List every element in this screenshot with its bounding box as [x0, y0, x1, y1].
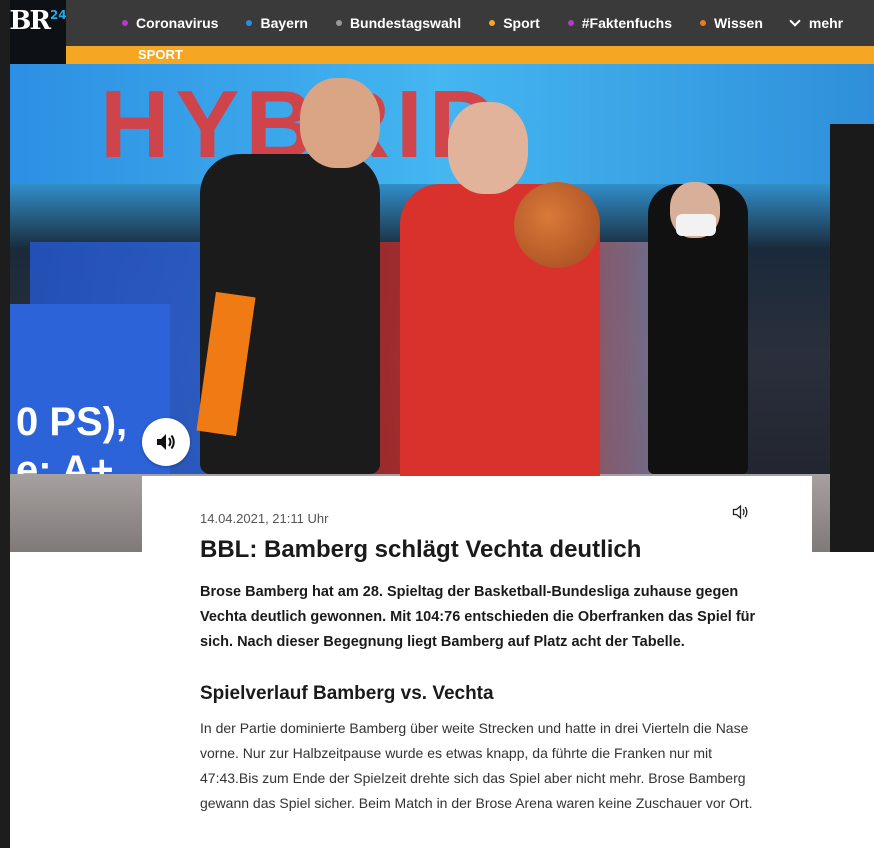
br24-logo[interactable]: BR 24 — [10, 0, 67, 64]
nav-item-faktenfuchs[interactable]: #Faktenfuchs — [567, 15, 672, 31]
nav-more-label: mehr — [808, 15, 844, 31]
nav-item-label: #Faktenfuchs — [581, 15, 672, 31]
nav-more-button[interactable]: mehr — [789, 15, 844, 31]
nav-item-bundestagswahl[interactable]: Bundestagswahl — [335, 15, 462, 31]
article-subheading: Spielverlauf Bamberg vs. Vechta — [200, 683, 494, 704]
nav-item-bayern[interactable]: Bayern — [246, 15, 308, 31]
nav-item-coronavirus[interactable]: Coronavirus — [122, 15, 218, 31]
nav-dot-icon — [700, 20, 706, 26]
top-navigation-bar: Coronavirus Bayern Bundestagswahl Sport … — [10, 0, 874, 46]
nav-item-wissen[interactable]: Wissen — [700, 15, 763, 31]
article-date: 14.04.2021, 21:11 Uhr — [200, 511, 329, 526]
speaker-icon — [157, 434, 175, 450]
player-bamberg-head — [448, 102, 528, 194]
window-frame — [0, 0, 10, 848]
main-nav: Coronavirus Bayern Bundestagswahl Sport … — [122, 0, 843, 46]
nav-item-label: Coronavirus — [136, 15, 219, 31]
nav-item-label: Bundestagswahl — [349, 15, 462, 31]
nav-item-sport[interactable]: Sport — [489, 15, 540, 31]
player-right-edge — [830, 124, 874, 552]
basketball — [514, 182, 600, 268]
read-aloud-button[interactable] — [732, 504, 752, 522]
face-mask — [676, 214, 716, 236]
logo-text: BR — [10, 6, 51, 36]
article: 14.04.2021, 21:11 Uhr BBL: Bamberg schlä… — [142, 476, 812, 848]
section-label[interactable]: SPORT — [138, 46, 183, 64]
nav-item-label: Sport — [503, 15, 540, 31]
player-vechta-head — [300, 78, 380, 168]
nav-dot-icon — [489, 20, 496, 26]
nav-item-label: Bayern — [260, 15, 308, 31]
article-body: In der Partie dominierte Bamberg über we… — [200, 720, 753, 811]
speaker-icon — [732, 504, 748, 520]
nav-item-label: Wissen — [714, 15, 763, 31]
article-headline: BBL: Bamberg schlägt Vechta deutlich — [200, 536, 642, 563]
nav-dot-icon — [246, 20, 253, 26]
article-lead: Brose Bamberg hat am 28. Spieltag der Ba… — [200, 584, 756, 650]
nav-dot-icon — [122, 20, 128, 26]
page: Coronavirus Bayern Bundestagswahl Sport … — [10, 0, 874, 848]
section-strip: SPORT — [66, 46, 874, 64]
nav-dot-icon — [567, 20, 574, 26]
audio-play-button[interactable] — [142, 418, 190, 466]
logo-badge: 24 — [49, 8, 67, 22]
chevron-down-icon — [789, 15, 801, 27]
side-screen-text-1: 0 PS), — [16, 400, 128, 444]
nav-dot-icon — [335, 20, 342, 26]
